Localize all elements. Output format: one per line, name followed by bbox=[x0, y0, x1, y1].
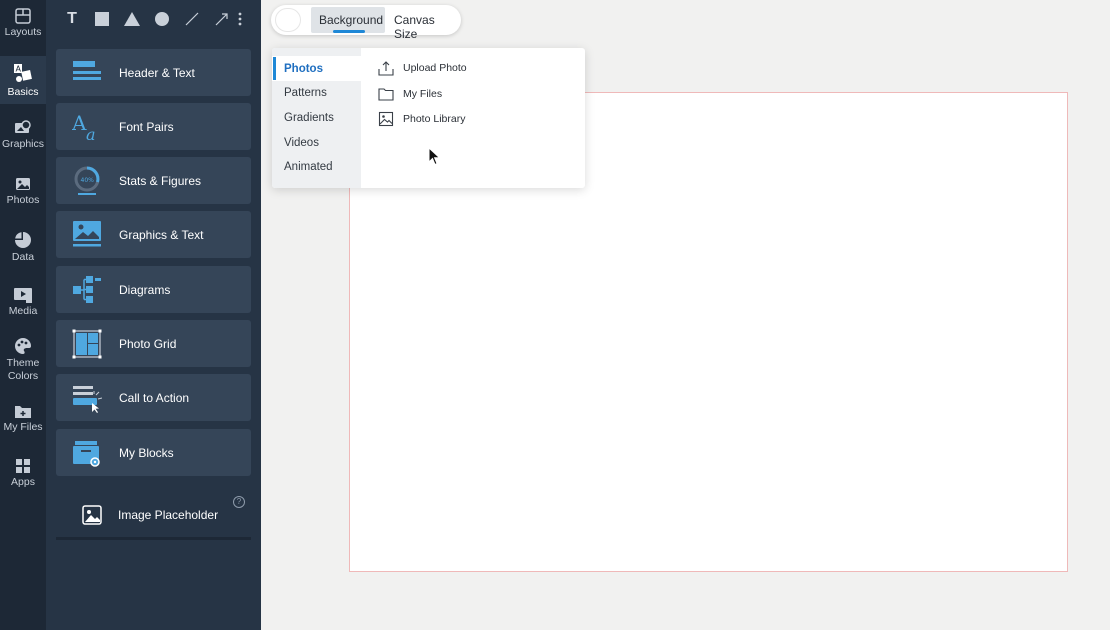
photo-grid-icon bbox=[72, 329, 102, 359]
block-label: Diagrams bbox=[119, 282, 171, 297]
media-icon bbox=[14, 288, 32, 303]
rail-label: My Files bbox=[3, 421, 43, 433]
image-placeholder-icon bbox=[82, 505, 102, 525]
icon-rail: Layouts A Basics Graphics Photos Data Me… bbox=[0, 0, 46, 630]
block-label: Graphics & Text bbox=[119, 227, 204, 242]
background-toolbar: Background Canvas Size bbox=[271, 5, 461, 41]
block-header-text[interactable]: Header & Text bbox=[56, 49, 251, 96]
image-icon bbox=[378, 111, 394, 127]
photos-icon bbox=[16, 178, 30, 190]
rail-item-theme-colors[interactable]: Theme Colors bbox=[0, 337, 46, 387]
option-label: My Files bbox=[403, 88, 443, 100]
rail-label: Photos bbox=[6, 194, 40, 206]
block-stats-figures[interactable]: 40% Stats & Figures bbox=[56, 157, 251, 204]
rail-item-apps[interactable]: Apps bbox=[0, 458, 46, 494]
rail-item-photos[interactable]: Photos bbox=[0, 176, 46, 212]
image-placeholder-item[interactable]: Image Placeholder ? bbox=[56, 492, 251, 540]
block-font-pairs[interactable]: Aa Font Pairs bbox=[56, 103, 251, 150]
rail-item-basics[interactable]: A Basics bbox=[0, 56, 46, 104]
svg-text:a: a bbox=[86, 125, 96, 142]
rail-item-my-files[interactable]: My Files bbox=[0, 403, 46, 439]
rail-label: Media bbox=[8, 305, 38, 317]
category-patterns[interactable]: Patterns bbox=[284, 87, 327, 99]
data-icon bbox=[15, 232, 31, 248]
rail-item-graphics[interactable]: Graphics bbox=[0, 120, 46, 156]
apps-icon bbox=[16, 459, 30, 473]
circle-tool-icon[interactable] bbox=[152, 9, 172, 29]
theme-colors-icon bbox=[15, 338, 31, 354]
more-icon[interactable] bbox=[235, 9, 245, 29]
background-color-swatch[interactable] bbox=[275, 8, 301, 32]
block-call-to-action[interactable]: Call to Action bbox=[56, 374, 251, 421]
rail-item-layouts[interactable]: Layouts bbox=[0, 8, 46, 44]
graphics-text-icon bbox=[73, 221, 101, 247]
rectangle-tool-icon[interactable] bbox=[92, 9, 112, 29]
option-label: Upload Photo bbox=[403, 62, 467, 74]
call-to-action-icon bbox=[73, 386, 102, 413]
text-tool-icon[interactable]: T bbox=[62, 9, 82, 29]
block-label: Header & Text bbox=[119, 65, 195, 80]
line-tool-icon[interactable] bbox=[182, 9, 202, 29]
rail-label: Graphics bbox=[1, 138, 44, 150]
tab-background-label: Background bbox=[319, 13, 384, 27]
category-photos[interactable]: Photos bbox=[284, 63, 323, 75]
triangle-tool-icon[interactable] bbox=[122, 9, 142, 29]
header-text-icon bbox=[73, 61, 101, 80]
category-gradients[interactable]: Gradients bbox=[284, 112, 334, 124]
block-label: Photo Grid bbox=[119, 336, 177, 351]
block-diagrams[interactable]: Diagrams bbox=[56, 266, 251, 313]
block-label: My Blocks bbox=[119, 445, 174, 460]
svg-text:A: A bbox=[16, 65, 22, 74]
mouse-cursor-icon bbox=[428, 147, 441, 166]
rail-label: Theme Colors bbox=[6, 357, 40, 382]
stats-badge: 40% bbox=[81, 177, 95, 184]
rail-item-media[interactable]: Media bbox=[0, 287, 46, 323]
rail-label: Data bbox=[11, 251, 35, 263]
category-videos[interactable]: Videos bbox=[284, 137, 319, 149]
font-pairs-icon: Aa bbox=[72, 112, 96, 142]
layouts-icon bbox=[15, 8, 31, 24]
background-dropdown: Photos Patterns Gradients Videos Animate… bbox=[272, 48, 585, 188]
help-icon[interactable]: ? bbox=[233, 496, 245, 508]
block-label: Stats & Figures bbox=[119, 173, 202, 188]
placeholder-label: Image Placeholder bbox=[118, 508, 219, 522]
rail-item-data[interactable]: Data bbox=[0, 231, 46, 267]
upload-photo-option[interactable]: Upload Photo bbox=[378, 59, 467, 77]
svg-text:A: A bbox=[72, 112, 87, 135]
text-tool-glyph: T bbox=[67, 10, 77, 27]
block-my-blocks[interactable]: My Blocks bbox=[56, 429, 251, 476]
block-label: Call to Action bbox=[119, 390, 190, 405]
my-files-option[interactable]: My Files bbox=[378, 85, 442, 103]
rail-label: Apps bbox=[11, 476, 35, 488]
my-blocks-icon bbox=[73, 441, 100, 467]
stats-figures-icon: 40% bbox=[74, 166, 100, 195]
shape-toolbar: T bbox=[46, 0, 261, 40]
block-label: Font Pairs bbox=[119, 119, 174, 134]
upload-icon bbox=[378, 61, 394, 76]
block-photo-grid[interactable]: Photo Grid bbox=[56, 320, 251, 367]
tab-active-indicator bbox=[333, 30, 365, 33]
rail-label: Layouts bbox=[4, 26, 42, 38]
photo-library-option[interactable]: Photo Library bbox=[378, 110, 465, 128]
my-files-icon bbox=[15, 406, 31, 418]
basics-icon: A bbox=[14, 64, 32, 82]
diagrams-icon bbox=[73, 276, 101, 303]
rail-label: Basics bbox=[7, 86, 39, 98]
category-animated[interactable]: Animated bbox=[284, 161, 333, 173]
arrow-tool-icon[interactable] bbox=[212, 9, 232, 29]
tab-canvas-size[interactable]: Canvas Size bbox=[394, 13, 461, 41]
folder-icon bbox=[378, 88, 394, 101]
basics-panel: T Header & Text Aa Font Pairs 40% Stats … bbox=[46, 0, 261, 630]
active-category-bar bbox=[273, 57, 276, 80]
option-label: Photo Library bbox=[403, 113, 466, 125]
graphics-icon bbox=[15, 120, 31, 133]
block-graphics-text[interactable]: Graphics & Text bbox=[56, 211, 251, 258]
